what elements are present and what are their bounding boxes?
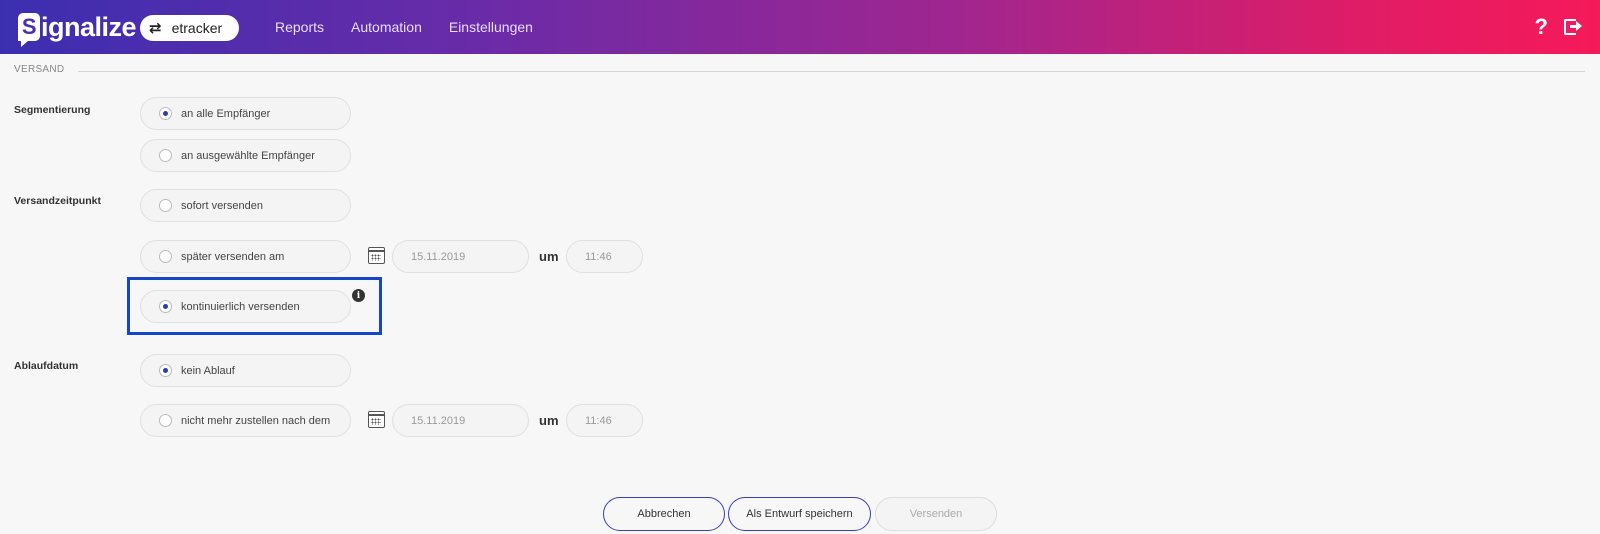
radio-label: kontinuierlich versenden: [181, 300, 300, 313]
radio-checked-icon: [159, 300, 172, 313]
radio-send-later[interactable]: später versenden am: [140, 240, 351, 273]
top-bar: S ignalize ⇄ etracker Reports Automation…: [0, 0, 1600, 54]
nav-automation[interactable]: Automation: [351, 19, 422, 35]
radio-unchecked-icon: [159, 149, 172, 162]
um-label: um: [539, 249, 559, 264]
radio-no-expiry[interactable]: kein Ablauf: [140, 354, 351, 387]
radio-all-recipients[interactable]: an alle Empfänger: [140, 97, 351, 130]
radio-label: nicht mehr zustellen nach dem: [181, 414, 331, 427]
expiry-date-input[interactable]: 15.11.2019: [392, 404, 529, 437]
section-divider: [78, 71, 1585, 72]
save-draft-button[interactable]: Als Entwurf speichern: [728, 497, 871, 531]
swap-arrows-icon: ⇄: [149, 20, 162, 37]
radio-unchecked-icon: [159, 414, 172, 427]
account-switcher[interactable]: ⇄ etracker: [140, 15, 239, 41]
radio-unchecked-icon: [159, 250, 172, 263]
um-label: um: [539, 413, 559, 428]
radio-expire-after[interactable]: nicht mehr zustellen nach dem: [140, 404, 351, 437]
account-label: etracker: [171, 20, 223, 36]
nav-einstellungen[interactable]: Einstellungen: [449, 19, 533, 35]
calendar-icon[interactable]: [368, 411, 385, 428]
radio-label: sofort versenden: [181, 199, 263, 212]
segmentierung-label: Segmentierung: [14, 104, 91, 116]
ablaufdatum-label: Ablaufdatum: [14, 360, 79, 372]
top-icons: ?: [1535, 0, 1582, 54]
versandzeitpunkt-label: Versandzeitpunkt: [14, 195, 101, 207]
help-icon[interactable]: ?: [1535, 14, 1548, 40]
send-time-input[interactable]: 11:46: [566, 240, 643, 273]
section-title: VERSAND: [14, 64, 65, 75]
radio-unchecked-icon: [159, 199, 172, 212]
radio-checked-icon: [159, 364, 172, 377]
radio-label: an alle Empfänger: [181, 107, 271, 120]
radio-label: kein Ablauf: [181, 364, 235, 377]
radio-selected-recipients[interactable]: an ausgewählte Empfänger: [140, 139, 351, 172]
calendar-icon[interactable]: [368, 247, 385, 264]
signalize-logo[interactable]: S ignalize: [18, 10, 137, 47]
cancel-button[interactable]: Abbrechen: [603, 497, 725, 531]
logout-icon[interactable]: [1564, 18, 1582, 36]
radio-send-now[interactable]: sofort versenden: [140, 189, 351, 222]
logo-text: ignalize: [41, 11, 137, 42]
radio-label: an ausgewählte Empfänger: [181, 149, 315, 162]
nav-reports[interactable]: Reports: [275, 19, 324, 35]
send-button[interactable]: Versenden: [875, 497, 997, 531]
info-icon[interactable]: i: [352, 289, 365, 302]
send-date-input[interactable]: 15.11.2019: [392, 240, 529, 273]
main-nav: Reports Automation Einstellungen: [275, 0, 560, 54]
expiry-time-input[interactable]: 11:46: [566, 404, 643, 437]
radio-send-continuously[interactable]: kontinuierlich versenden: [140, 290, 351, 323]
logo-s-icon: S: [18, 13, 40, 47]
radio-label: später versenden am: [181, 250, 285, 263]
radio-checked-icon: [159, 107, 172, 120]
